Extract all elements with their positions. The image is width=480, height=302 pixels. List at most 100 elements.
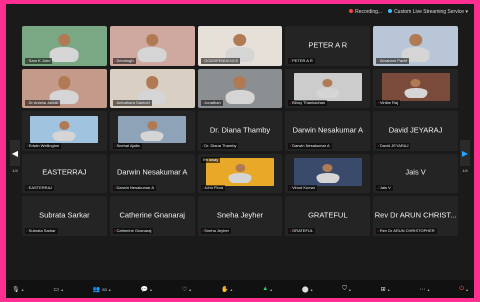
participant-tile[interactable]: Darwin Nesakumar A ⁄Darwin Nesakumar A [109,153,195,193]
end-button[interactable]: ⏻ ▴ [459,286,468,293]
share-screen-icon: ▲ [262,286,269,292]
participant-name-label: ⁄Rev Dr ARUN CHRISTOPHER [376,227,437,234]
participant-tile[interactable]: ⁄Snehal Ajalia [109,111,195,151]
person-silhouette [137,33,167,62]
participant-tile[interactable]: I'm away ⁄John Flora [197,153,283,193]
participant-tile[interactable]: Jais V ⁄Jais V [373,153,458,193]
chevron-up-icon[interactable]: ▴ [22,287,24,292]
muted-mic-icon: ⁄ [27,100,28,105]
end-icon: ⏻ [459,285,464,292]
person-silhouette [404,78,428,99]
muted-mic-icon: ⁄ [290,185,292,190]
chevron-up-icon[interactable]: ▴ [270,287,272,292]
participant-name-label: ⁄Jais V [376,185,393,191]
live-stream-indicator[interactable]: Custom Live Streaming Service ▾ [388,8,468,15]
mic-icon: 🎙 [12,286,20,293]
participant-name-label: ⁄Subrata Sarkar [25,227,58,234]
participant-tile[interactable]: David JEYARAJ ⁄David JEYARAJ [373,111,458,151]
chevron-up-icon[interactable]: ▴ [388,287,390,292]
status-bar: Recording... Custom Live Streaming Servi… [6,4,474,19]
person-silhouette [140,121,164,141]
participant-display-name: Catherine Gnanaraj [119,210,185,220]
participant-display-name: PETER A R [308,40,348,50]
security-button[interactable]: ⛉ ▴ [342,286,351,293]
participant-tile[interactable]: ⁄GODSPENDENCE [197,26,283,66]
participant-tile[interactable]: ⁄Vinibe Raj [373,68,458,108]
muted-mic-icon: ⁄ [378,185,379,190]
participant-tile[interactable]: ⁄Jonathan [197,68,283,108]
muted-mic-icon: ⁄ [378,57,379,63]
chevron-up-icon[interactable]: ▴ [311,287,313,292]
raise-hand-button[interactable]: ✋ ▴ [221,286,233,293]
participant-tile[interactable]: ⁄Dr Anisha Jacob [22,68,107,108]
away-status-badge: I'm away [200,156,221,163]
mic-button[interactable]: 🎙 ▴ [12,286,24,293]
participant-name-label: ⁄Vinibe Raj [376,100,401,106]
participant-tile[interactable]: ⁄Anbuthara Samuel [109,68,195,108]
person-silhouette [225,76,255,105]
chevron-up-icon[interactable]: ▴ [109,287,111,292]
participant-name-label: ⁄Binoy Thankachan [288,100,328,106]
participant-display-name: Rev Dr ARUN CHRIST... [374,210,457,220]
participant-tile[interactable]: Catherine Gnanaraj ⁄Catherine Gnanaraj [109,196,195,236]
participants-icon: 👥 [92,286,101,293]
participant-name-label: ⁄Dr. Diana Thamby [200,142,239,149]
next-page-button[interactable]: ▶ 1/4 [460,140,470,173]
share-screen-button[interactable]: ▲ ▴ [262,286,272,292]
more-button[interactable]: ⋯ ▴ [419,286,429,293]
participant-display-name: Sneha Jeyher [216,210,264,220]
participants-button[interactable]: 👥 63 ▴ [93,286,111,293]
video-icon: ▭ [53,286,60,293]
apps-icon: ⊞ [380,286,386,293]
participant-tile[interactable]: ⁄Edwin Wellington [22,111,107,151]
participant-tile[interactable]: Dr. Diana Thamby ⁄Dr. Diana Thamby [197,111,283,151]
participant-display-name: Subrata Sarkar [39,210,90,220]
participant-tile[interactable]: Subrata Sarkar ⁄Subrata Sarkar [22,196,107,236]
participant-tile[interactable]: ⁄Vinod Kumar [285,153,371,193]
person-silhouette [49,33,79,62]
participant-display-name: Darwin Nesakumar A [292,125,364,135]
profile-picture [293,158,362,186]
security-icon: ⛉ [342,285,347,292]
chat-button[interactable]: 💬 ▴ [141,286,153,293]
participant-name-label: ⁄Abraham Paraf [376,57,409,64]
video-button[interactable]: ▭ ▴ [53,286,63,293]
participant-name-label: ⁄Catherine Gnanaraj [112,227,154,234]
participant-name-label: ⁄Denningh [112,57,136,64]
participant-name-label: ⁄John Flora [200,185,226,191]
participant-tile[interactable]: ⁄Sam K John [22,26,107,66]
participant-tile[interactable]: ⁄Denningh [109,26,195,66]
chat-icon: 💬 [140,286,149,293]
muted-mic-icon: ⁄ [27,57,28,63]
previous-page-button[interactable]: ◀ 1/4 [10,140,20,173]
participant-tile[interactable]: ⁄Abraham Paraf [373,26,458,66]
participant-display-name: Dr. Diana Thamby [209,125,271,135]
muted-mic-icon: ⁄ [290,142,292,148]
participant-tile[interactable]: Sneha Jeyher ⁄Sneha Jeyher [197,196,283,236]
chevron-up-icon[interactable]: ▴ [189,287,191,292]
participant-tile[interactable]: Rev Dr ARUN CHRIST... ⁄Rev Dr ARUN CHRIST… [373,196,458,236]
participant-tile[interactable]: ⁄Binoy Thankachan [285,68,371,108]
react-button[interactable]: ♡ ▴ [182,286,191,293]
participant-display-name: GRATEFUL [308,210,348,220]
meeting-toolbar: 🎙 ▴ ▭ ▴ 👥 63 ▴ 💬 ▴ ♡ ▴ ✋ ▴ ▲ ▴ ⬤ ▴ ⛉ ▴ ⊞ ▴ ⋯ ▴ ⏻ ▴ [6,280,474,298]
muted-mic-icon: ⁄ [290,57,292,63]
recording-indicator[interactable]: Recording... [349,8,382,15]
participant-name-label: ⁄Darwin Nesakumar A [112,185,157,191]
apps-button[interactable]: ⊞ ▴ [381,286,390,293]
chevron-up-icon[interactable]: ▴ [150,287,152,292]
chevron-up-icon[interactable]: ▴ [61,287,63,292]
participant-name-label: ⁄Sam K John [25,57,53,64]
participant-tile[interactable]: GRATEFUL ⁄GRATEFUL [285,196,371,236]
participant-name-label: ⁄GRATEFUL [288,227,316,234]
muted-mic-icon: ⁄ [290,100,292,105]
chevron-up-icon[interactable]: ▴ [427,287,429,292]
participant-tile[interactable]: Darwin Nesakumar A ⁄Darwin Nesakumar A [285,111,371,151]
chevron-up-icon[interactable]: ▴ [466,287,468,292]
participant-tile[interactable]: PETER A R ⁄PETER A R [285,26,371,66]
chevron-up-icon[interactable]: ▴ [349,287,351,292]
chevron-up-icon[interactable]: ▴ [230,287,232,292]
record-button[interactable]: ⬤ ▴ [302,286,313,293]
participant-name-label: ⁄David JEYARAJ [376,142,411,149]
participant-tile[interactable]: EASTERRAJ ⁄EASTERRAJ [22,153,107,193]
